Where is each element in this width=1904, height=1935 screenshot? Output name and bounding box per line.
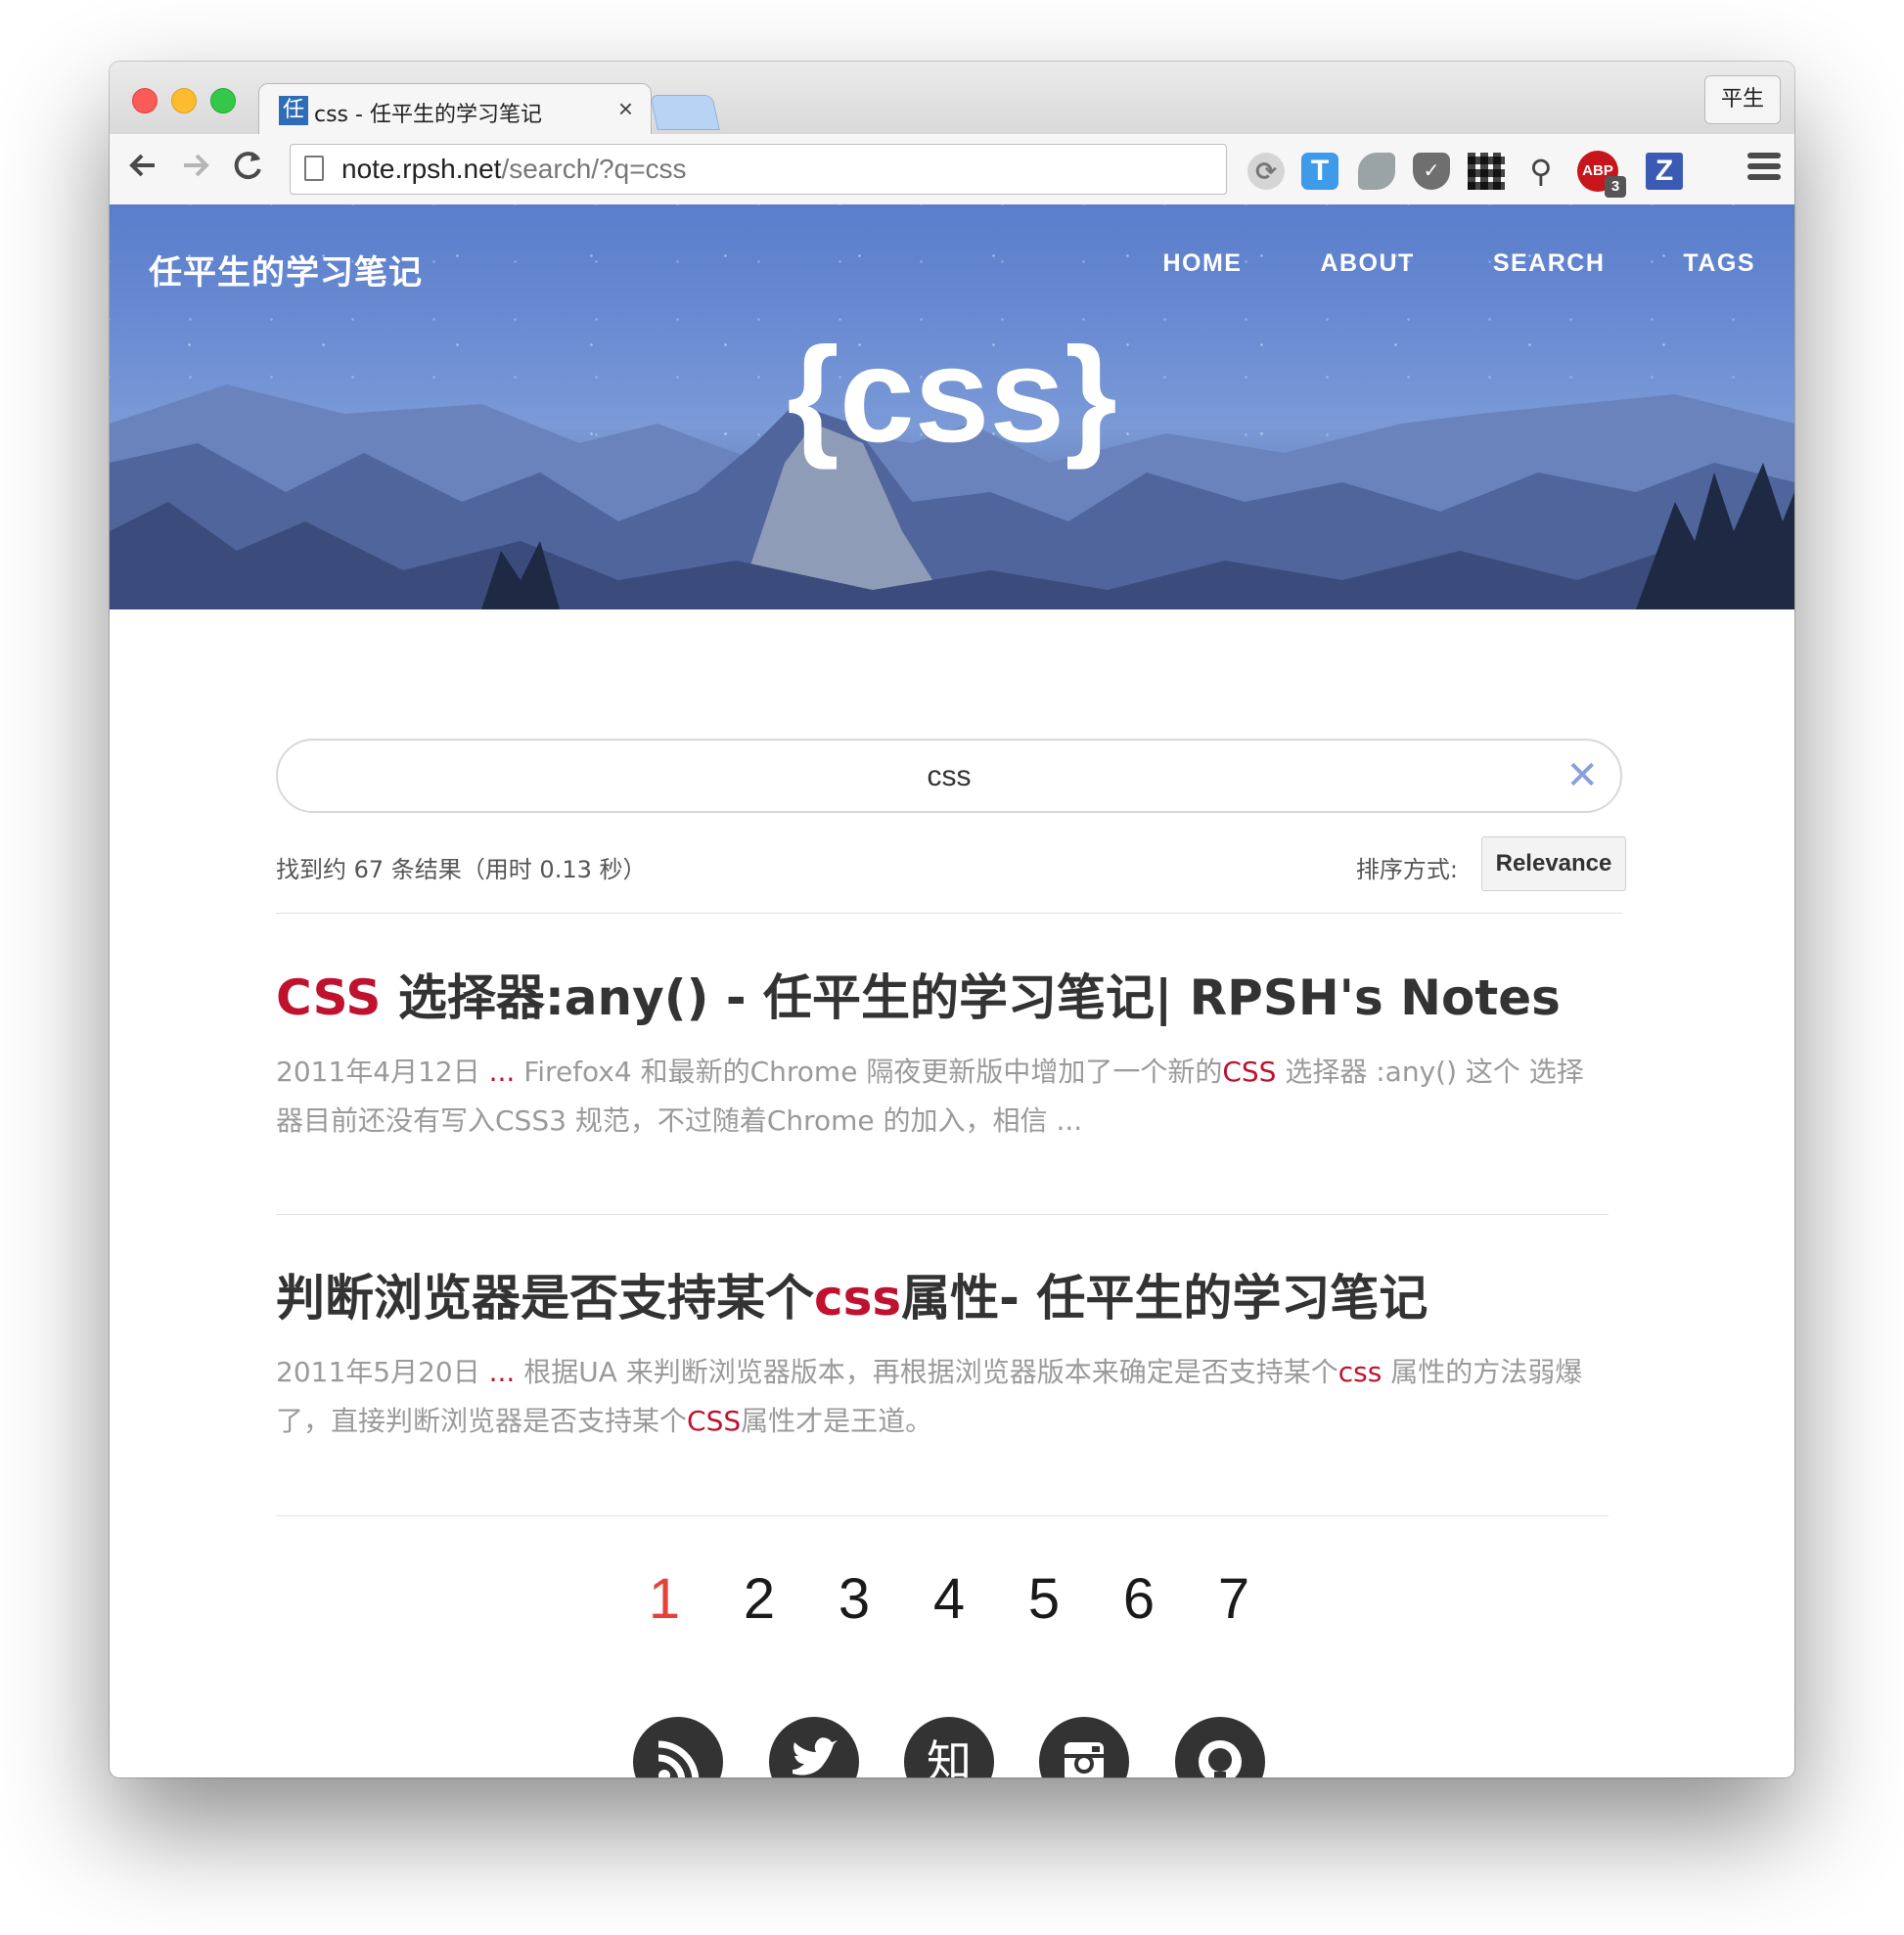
site-header: 任平生的学习笔记 HOME ABOUT SEARCH TAGS {css} [110,204,1794,609]
page-link-5[interactable]: 5 [997,1566,1092,1632]
adblock-badge: 3 [1605,176,1626,198]
new-tab-button[interactable] [650,95,720,130]
search-query: css [927,760,972,792]
browser-toolbar: note.rpsh.net/search/?q=css ⟳ T ✓ ⚲ ABP … [110,134,1794,205]
nav-home[interactable]: HOME [1162,249,1242,278]
sync-extension-icon[interactable]: ⟳ [1247,153,1285,190]
pocket-extension-icon[interactable]: ✓ [1413,153,1450,190]
qr-code-extension-icon[interactable] [1468,153,1505,190]
browser-tab[interactable]: 任 css - 任平生的学习笔记 × [258,83,652,137]
search-result: CSS 选择器:any() - 任平生的学习笔记| RPSH's Notes 2… [276,968,1609,1146]
divider [276,1515,1609,1516]
t-extension-icon[interactable]: T [1301,153,1338,190]
rss-icon[interactable] [633,1717,724,1778]
result-title[interactable]: CSS 选择器:any() - 任平生的学习笔记| RPSH's Notes [276,968,1609,1028]
browser-window: 任 css - 任平生的学习笔记 × 平生 note.rpsh.net/sear… [110,62,1794,1778]
hero-title: {css} [787,320,1117,471]
url-text: note.rpsh.net/search/?q=css [341,154,687,184]
result-stats: 找到约 67 条结果（用时 0.13 秒） [276,856,647,883]
github-icon[interactable] [1174,1717,1265,1778]
forward-arrow-icon[interactable] [178,148,213,191]
site-nav: HOME ABOUT SEARCH TAGS [1084,249,1755,278]
search-input[interactable]: css ✕ [276,739,1622,813]
nav-search[interactable]: SEARCH [1493,249,1606,278]
page-link-7[interactable]: 7 [1187,1566,1282,1632]
back-arrow-icon[interactable] [125,148,160,191]
page-link-4[interactable]: 4 [902,1566,997,1632]
result-snippet: 2011年4月12日 ... Firefox4 和最新的Chrome 隔夜更新版… [276,1056,1584,1137]
social-links: 知 [276,1717,1622,1778]
page-link-6[interactable]: 6 [1092,1566,1187,1632]
page-icon [304,156,324,181]
tab-title: css - 任平生的学习笔记 [314,103,542,127]
page-link-3[interactable]: 3 [807,1566,902,1632]
result-title[interactable]: 判断浏览器是否支持某个css属性- 任平生的学习笔记 [276,1268,1609,1328]
twitter-icon[interactable] [768,1717,859,1778]
nav-about[interactable]: ABOUT [1320,249,1414,278]
site-title[interactable]: 任平生的学习笔记 [149,246,423,293]
maximize-window-button[interactable] [210,88,236,113]
pagination: 1234567 [276,1566,1622,1632]
search-result: 判断浏览器是否支持某个css属性- 任平生的学习笔记 2011年5月20日 ..… [276,1268,1609,1446]
close-window-button[interactable] [132,88,158,113]
favicon-icon: 任 [279,96,308,125]
minimize-window-button[interactable] [171,88,197,113]
zhihu-icon[interactable]: 知 [904,1717,994,1778]
pin-extension-icon[interactable]: ⚲ [1522,153,1560,190]
clear-search-icon[interactable]: ✕ [1565,754,1599,797]
page-link-1[interactable]: 1 [617,1566,712,1632]
result-snippet: 2011年5月20日 ... 根据UA 来判断浏览器版本，再根据浏览器版本来确定… [276,1356,1583,1437]
instagram-icon[interactable] [1039,1717,1130,1778]
page-link-2[interactable]: 2 [712,1566,807,1632]
address-bar[interactable]: note.rpsh.net/search/?q=css [290,144,1227,195]
divider [276,913,1622,914]
tab-close-icon[interactable]: × [618,94,633,124]
z-extension-icon[interactable]: Z [1646,153,1683,190]
title-bar: 任 css - 任平生的学习笔记 × 平生 [110,62,1794,137]
profile-button[interactable]: 平生 [1704,75,1781,124]
leaf-extension-icon[interactable] [1358,153,1395,190]
nav-tags[interactable]: TAGS [1683,249,1755,278]
menu-icon[interactable] [1747,153,1781,184]
divider [276,1214,1609,1215]
sort-select[interactable]: Relevance [1481,836,1626,891]
reload-icon[interactable] [231,148,266,191]
sort-label: 排序方式: [1355,856,1458,883]
